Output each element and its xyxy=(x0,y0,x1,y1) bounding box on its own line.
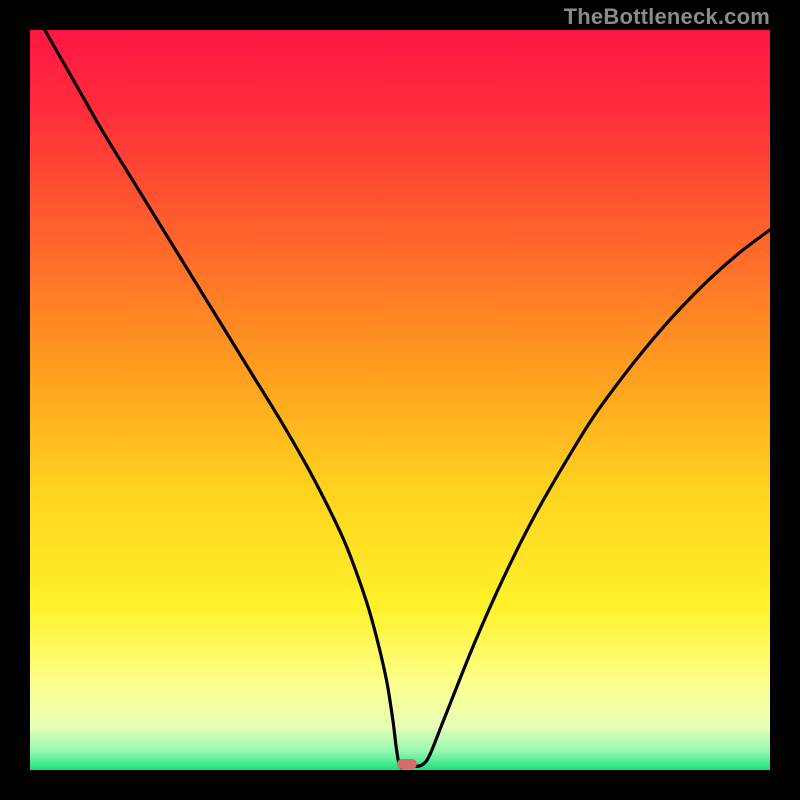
watermark-text: TheBottleneck.com xyxy=(564,4,770,30)
bottleneck-curve xyxy=(30,30,770,770)
optimal-point-marker xyxy=(397,759,417,769)
plot-area xyxy=(30,30,770,770)
chart-frame: TheBottleneck.com xyxy=(0,0,800,800)
